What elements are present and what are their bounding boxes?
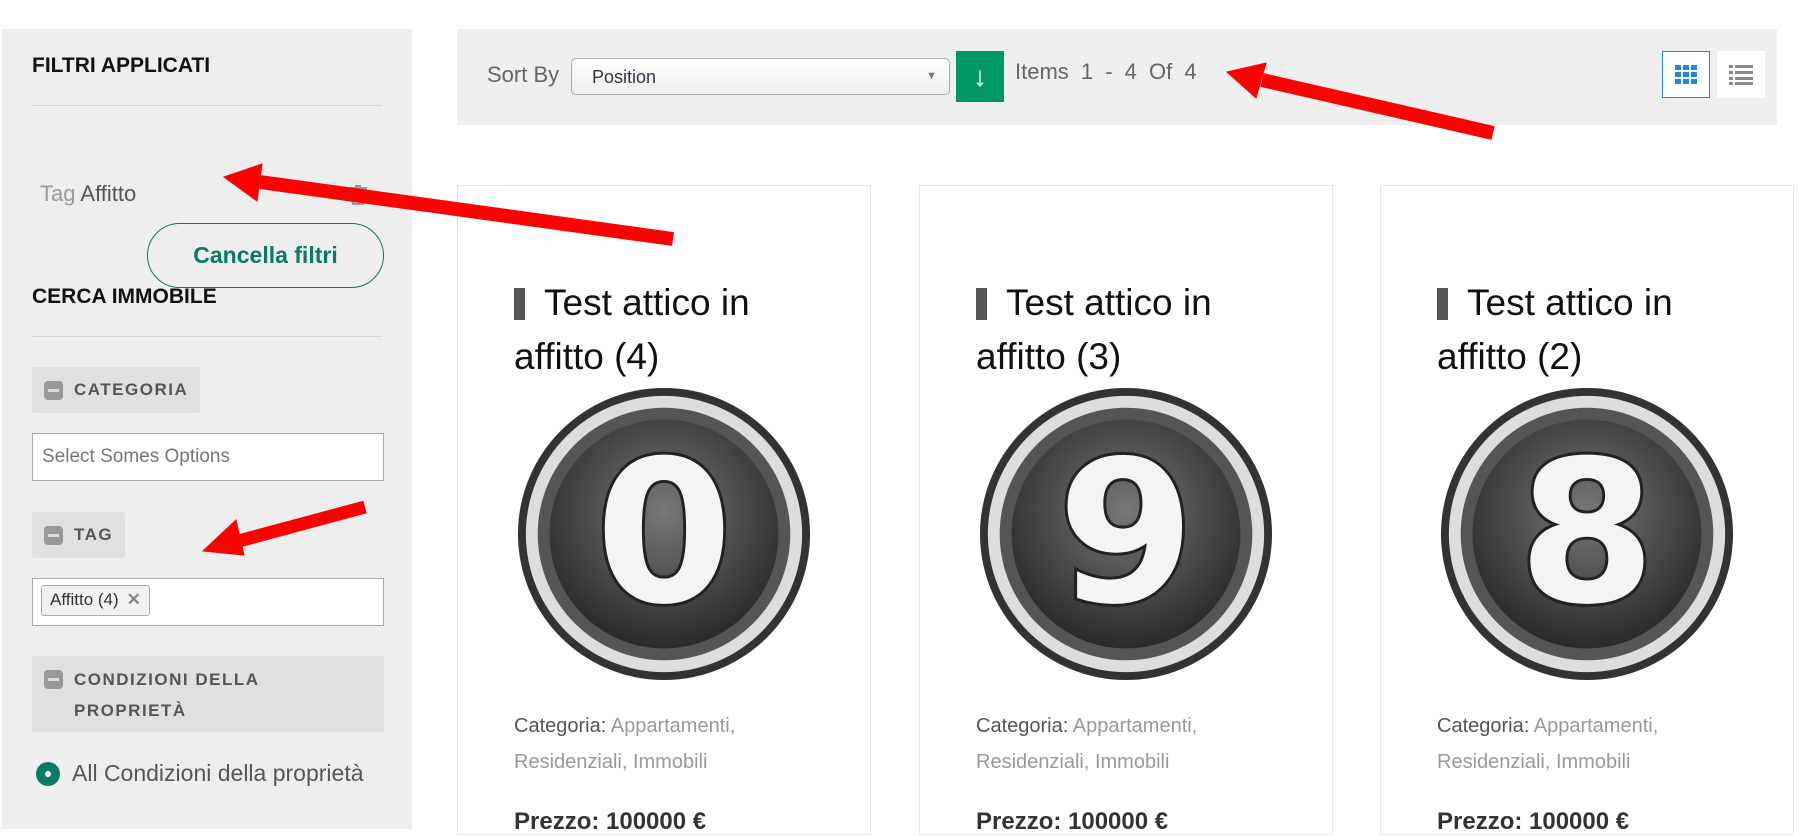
property-price: Prezzo: 100000 € (514, 808, 707, 835)
badge-digit: 9 (1057, 418, 1194, 648)
category-label: Categoria: (514, 715, 607, 737)
sort-value: Position (592, 67, 657, 87)
property-price: Prezzo: 100000 € (976, 808, 1169, 835)
property-title[interactable]: Test attico in affitto (3) (976, 276, 1306, 384)
property-categories: Categoria: Appartamenti, Residenziali, I… (514, 708, 854, 780)
toolbar: Sort By Position ▼ ↓ Items 1 - 4 Of 4 (457, 29, 1777, 125)
category-select-input[interactable]: Select Somes Options (32, 433, 384, 481)
tag-select-input[interactable]: Affitto (4) ✕ (32, 578, 384, 626)
badge-digit: 0 (595, 418, 732, 648)
applied-filters-title: FILTRI APPLICATI (32, 54, 211, 77)
property-title[interactable]: Test attico in affitto (4) (514, 276, 844, 384)
search-property-title: CERCA IMMOBILE (32, 285, 217, 308)
list-view-button[interactable] (1717, 51, 1765, 98)
grid-view-button[interactable] (1662, 51, 1710, 98)
filter-sidebar: FILTRI APPLICATI Tag Affitto Cancella fi… (2, 29, 412, 829)
conditions-filter-header[interactable]: CONDIZIONI DELLA PROPRIETÀ (32, 656, 384, 732)
badge-digit: 8 (1518, 418, 1655, 648)
sort-by-label: Sort By (487, 62, 560, 87)
property-card[interactable]: Test attico in affitto (2) 8 Categoria: … (1380, 185, 1794, 835)
collapse-icon (44, 526, 63, 545)
divider (32, 105, 382, 106)
tag-chip-label: Affitto (4) (50, 590, 119, 609)
clear-filters-button[interactable]: Cancella filtri (147, 223, 384, 288)
property-image: 8 (1440, 387, 1734, 681)
items-count: Items 1 - 4 Of 4 (1015, 59, 1197, 84)
property-image: 0 (517, 387, 811, 681)
conditions-title: PROPRIETÀ (74, 701, 187, 720)
property-card[interactable]: Test attico in affitto (3) 9 Categoria: … (919, 185, 1333, 835)
category-filter-header[interactable]: CATEGORIA (32, 367, 201, 413)
collapse-icon (44, 670, 63, 689)
list-icon (1729, 64, 1753, 85)
tag-title: TAG (74, 525, 114, 544)
radio-all-conditions-label: All Condizioni della proprietà (72, 760, 364, 786)
applied-filter-label: Tag (40, 181, 76, 206)
property-title[interactable]: Test attico in affitto (2) (1437, 276, 1767, 384)
category-label: Categoria: (976, 715, 1069, 737)
applied-filter-value: Affitto (80, 181, 137, 206)
property-price: Prezzo: 100000 € (1437, 808, 1630, 835)
remove-chip-icon[interactable]: ✕ (127, 590, 141, 609)
trash-icon[interactable] (349, 185, 367, 205)
conditions-title: CONDIZIONI DELLA (74, 670, 260, 689)
collapse-icon (44, 381, 63, 400)
property-image: 9 (979, 387, 1273, 681)
sort-direction-button[interactable]: ↓ (956, 51, 1004, 102)
property-categories: Categoria: Appartamenti, Residenziali, I… (1437, 708, 1777, 780)
sort-select[interactable]: Position ▼ (571, 58, 950, 95)
grid-icon (1675, 64, 1697, 84)
property-card[interactable]: Test attico in affitto (4) 0 Categoria: … (457, 185, 871, 835)
divider (32, 336, 382, 337)
tag-chip: Affitto (4) ✕ (41, 585, 150, 616)
applied-filter: Tag Affitto (40, 181, 136, 207)
chevron-down-icon: ▼ (926, 70, 937, 82)
category-label: Categoria: (1437, 715, 1530, 737)
property-categories: Categoria: Appartamenti, Residenziali, I… (976, 708, 1316, 780)
tag-filter-header[interactable]: TAG (32, 512, 126, 558)
radio-all-conditions[interactable] (36, 762, 60, 786)
category-title: CATEGORIA (74, 380, 189, 399)
